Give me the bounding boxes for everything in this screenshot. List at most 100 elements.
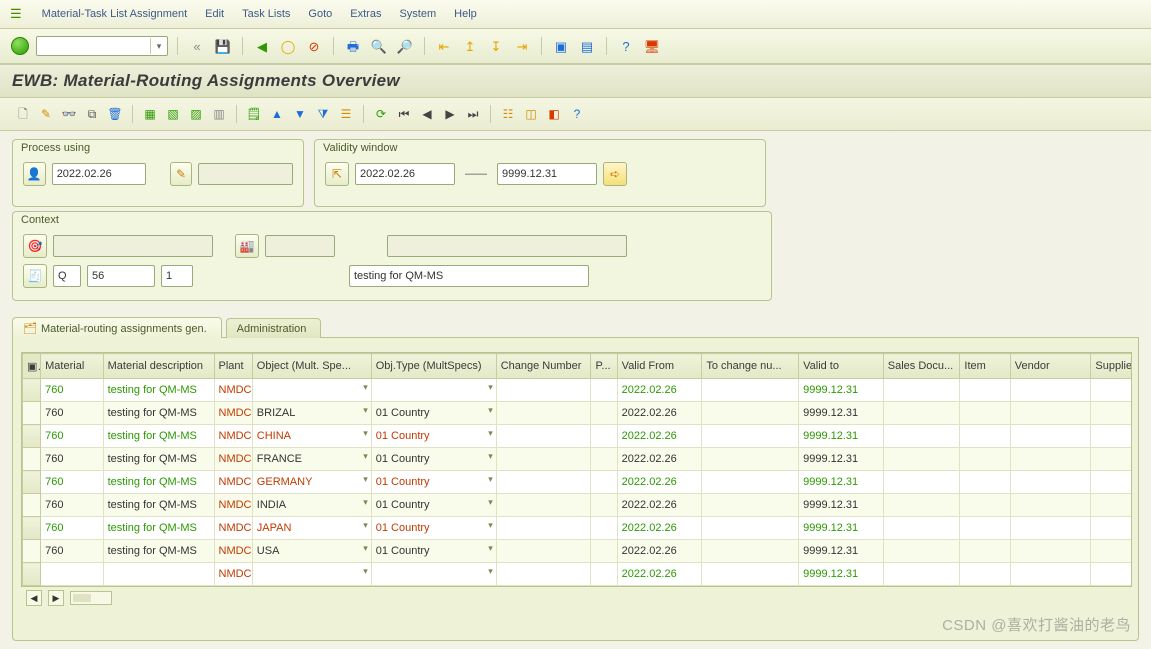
cancel-icon[interactable]: ⊘ [304,36,324,56]
context-material-desc-field[interactable] [387,235,627,257]
context-group-field[interactable]: 56 [87,265,155,287]
process-date-icon[interactable]: 👤 [23,162,46,186]
table-cell[interactable]: CHINA [252,425,371,448]
nav-first-icon[interactable]: ⏮ [395,105,413,123]
first-page-icon[interactable]: ⇤ [434,36,454,56]
table-cell[interactable]: INDIA [252,494,371,517]
context-tasktype-field[interactable]: Q [53,265,81,287]
help-app-icon[interactable]: ? [568,105,586,123]
process-changenr-field[interactable] [198,163,293,185]
table-cell[interactable] [371,563,496,586]
col-p[interactable]: P... [591,354,617,379]
process-changenr-icon[interactable]: ✎ [170,162,193,186]
validity-to-btn[interactable]: ➪ [603,162,627,186]
validity-from-field[interactable]: 2022.02.26 [355,163,455,185]
sort-asc-icon[interactable]: ▲ [268,105,286,123]
select-all-icon[interactable]: ▦ [141,105,159,123]
table-row[interactable]: 760testing for QM-MSNMDCFRANCE01 Country… [23,448,1133,471]
table-cell[interactable]: 01 Country [371,448,496,471]
table-cell[interactable] [23,540,41,563]
table-row[interactable]: 760testing for QM-MSNMDCCHINA01 Country2… [23,425,1133,448]
copy-icon[interactable]: ⧉ [83,105,101,123]
table-cell[interactable] [252,563,371,586]
table-cell[interactable]: 01 Country [371,540,496,563]
layout-icon[interactable]: 🖥 [642,36,662,56]
context-plant-icon[interactable]: 🏭 [235,234,259,258]
filter-icon[interactable]: ⧩ [314,105,332,123]
col-supplier[interactable]: Supplie [1091,354,1132,379]
col-salesdoc[interactable]: Sales Docu... [883,354,960,379]
menu-item-tasklists[interactable]: Task Lists [242,8,290,20]
nav-last-icon[interactable]: ⏭ [464,105,482,123]
col-object[interactable]: Object (Mult. Spe... [252,354,371,379]
chevron-down-icon[interactable]: ▾ [150,38,167,54]
grid-select-all[interactable]: ▣ [23,354,41,379]
scroll-thumb[interactable] [73,594,91,602]
new-session-icon[interactable]: ▣ [551,36,571,56]
table-cell[interactable] [23,563,41,586]
last-page-icon[interactable]: ⇥ [512,36,532,56]
table-cell[interactable] [252,379,371,402]
nav-next-icon[interactable]: ▶ [441,105,459,123]
command-field[interactable]: ▾ [36,36,168,56]
layout-change-icon[interactable]: ☰ [337,105,355,123]
deselect-all-icon[interactable]: ▧ [164,105,182,123]
table-row[interactable]: 760testing for QM-MSNMDCUSA01 Country202… [23,540,1133,563]
find-icon[interactable]: 🔍 [369,36,389,56]
col-vendor[interactable]: Vendor [1010,354,1091,379]
assignment-icon[interactable]: ◫ [522,105,540,123]
info-icon[interactable]: ◧ [545,105,563,123]
table-cell[interactable]: GERMANY [252,471,371,494]
refresh-icon[interactable]: ⟳ [372,105,390,123]
col-objtype[interactable]: Obj.Type (MultSpecs) [371,354,496,379]
select-block-icon[interactable]: ▨ [187,105,205,123]
table-cell[interactable] [23,517,41,540]
display-icon[interactable]: 👓 [60,105,78,123]
sort-desc-icon[interactable]: ▼ [291,105,309,123]
hierarchy-icon[interactable]: ☷ [499,105,517,123]
process-date-field[interactable]: 2022.02.26 [52,163,147,185]
next-page-icon[interactable]: ↧ [486,36,506,56]
grid-hscroll[interactable]: ◀ ▶ [21,587,1130,609]
col-tochangenr[interactable]: To change nu... [702,354,799,379]
table-cell[interactable]: BRIZAL [252,402,371,425]
table-cell[interactable]: 01 Country [371,425,496,448]
tab-administration[interactable]: Administration [226,318,322,338]
col-item[interactable]: Item [960,354,1010,379]
menu-item-goto[interactable]: Goto [308,8,332,20]
validity-from-btn[interactable]: ⇱ [325,162,349,186]
find-next-icon[interactable]: 🔎 [395,36,415,56]
details-icon[interactable]: 🗒 [245,105,263,123]
create-icon[interactable]: 🗋 [14,105,32,123]
col-validto[interactable]: Valid to [799,354,884,379]
col-matdesc[interactable]: Material description [103,354,214,379]
table-row[interactable]: 760testing for QM-MSNMDC2022.02.269999.1… [23,379,1133,402]
context-plant-field[interactable] [265,235,335,257]
menu-item-edit[interactable]: Edit [205,8,224,20]
table-cell[interactable]: USA [252,540,371,563]
menu-item-help[interactable]: Help [454,8,477,20]
table-cell[interactable]: 01 Country [371,471,496,494]
context-desc-field[interactable]: testing for QM-MS [349,265,589,287]
context-counter-field[interactable]: 1 [161,265,193,287]
window-menu-icon[interactable]: ☰ [10,6,22,22]
col-changenr[interactable]: Change Number [496,354,591,379]
table-cell[interactable]: 01 Country [371,402,496,425]
menu-item-extras[interactable]: Extras [350,8,381,20]
table-cell[interactable]: 01 Country [371,494,496,517]
context-tasklist-icon[interactable]: 🧾 [23,264,47,288]
back-icon[interactable]: ◀ [252,36,272,56]
scroll-right-icon[interactable]: ▶ [48,590,64,606]
edit-icon[interactable]: ✎ [37,105,55,123]
table-row[interactable]: 760testing for QM-MSNMDCGERMANY01 Countr… [23,471,1133,494]
back-button[interactable]: « [187,36,207,56]
nav-prev-icon[interactable]: ◀ [418,105,436,123]
delete-icon[interactable]: 🗑 [106,105,124,123]
tab-material-routing[interactable]: 🗂 Material-routing assignments gen. [12,317,222,338]
validity-to-field[interactable]: 9999.12.31 [497,163,597,185]
table-row[interactable]: 760testing for QM-MSNMDCINDIA01 Country2… [23,494,1133,517]
table-cell[interactable] [23,471,41,494]
save-button[interactable]: 💾 [213,36,233,56]
enter-button[interactable] [10,36,30,56]
scroll-left-icon[interactable]: ◀ [26,590,42,606]
